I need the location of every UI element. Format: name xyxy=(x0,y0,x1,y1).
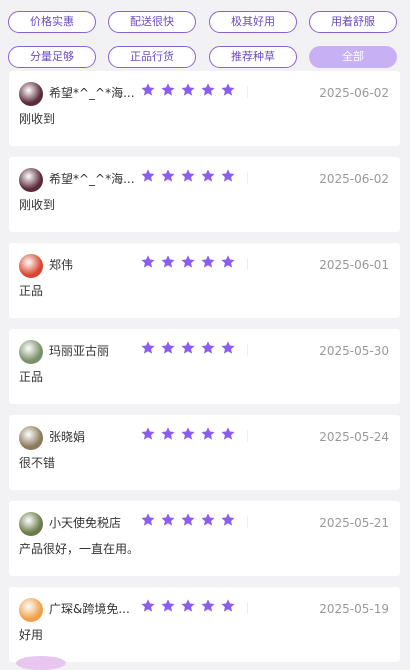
star-icon xyxy=(160,426,176,446)
review-text: 刚收到 xyxy=(19,198,56,212)
rating-stars xyxy=(140,426,236,446)
reviewer-name: 张晓娟 xyxy=(49,430,86,444)
star-icon xyxy=(180,426,196,446)
star-icon xyxy=(160,82,176,102)
divider xyxy=(247,258,248,270)
review-date: 2025-06-02 xyxy=(319,172,389,186)
divider xyxy=(247,172,248,184)
tag-very-useful[interactable]: 极其好用 xyxy=(209,11,297,33)
review-card[interactable]: 小天使免税店 2025-05-21 产品很好，一直在用。 xyxy=(9,501,400,576)
star-icon xyxy=(200,340,216,360)
star-icon xyxy=(220,598,236,618)
star-icon xyxy=(140,426,156,446)
star-icon xyxy=(200,254,216,274)
star-icon xyxy=(180,168,196,188)
star-icon xyxy=(140,82,156,102)
star-icon xyxy=(200,512,216,532)
user-avatar xyxy=(19,254,43,278)
rating-stars xyxy=(140,168,236,188)
tag-all[interactable]: 全部 xyxy=(309,46,397,68)
tag-comfortable[interactable]: 用着舒服 xyxy=(309,11,397,33)
rating-stars xyxy=(140,254,236,274)
rating-stars xyxy=(140,82,236,102)
review-card[interactable]: 广琛&跨境免... 2025-05-19 好用 xyxy=(9,587,400,662)
review-text: 好用 xyxy=(19,628,44,642)
star-icon xyxy=(140,512,156,532)
tag-fast-delivery[interactable]: 配送很快 xyxy=(108,11,196,33)
star-icon xyxy=(160,168,176,188)
review-text: 刚收到 xyxy=(19,112,56,126)
user-avatar xyxy=(19,512,43,536)
reviewer-name: 郑伟 xyxy=(49,258,74,272)
star-icon xyxy=(140,254,156,274)
star-icon xyxy=(180,512,196,532)
star-icon xyxy=(160,598,176,618)
review-date: 2025-05-30 xyxy=(319,344,389,358)
star-icon xyxy=(200,426,216,446)
star-icon xyxy=(220,426,236,446)
review-date: 2025-05-21 xyxy=(319,516,389,530)
filter-tag-bar: 价格实惠 配送很快 极其好用 用着舒服 分量足够 正品行货 推荐种草 全部 xyxy=(0,0,410,74)
divider xyxy=(247,430,248,442)
star-icon xyxy=(220,168,236,188)
star-icon xyxy=(160,340,176,360)
reviewer-name: 希望*^_^*海... xyxy=(49,86,135,100)
review-text: 正品 xyxy=(19,284,44,298)
review-date: 2025-06-02 xyxy=(319,86,389,100)
reviewer-name: 玛丽亚古丽 xyxy=(49,344,110,358)
review-card[interactable]: 张晓娟 2025-05-24 很不错 xyxy=(9,415,400,490)
star-icon xyxy=(180,340,196,360)
user-avatar xyxy=(19,82,43,106)
review-date: 2025-06-01 xyxy=(319,258,389,272)
next-avatar-partial xyxy=(16,656,66,670)
star-icon xyxy=(220,512,236,532)
tag-price[interactable]: 价格实惠 xyxy=(8,11,96,33)
review-card[interactable]: 希望*^_^*海... 2025-06-02 刚收到 xyxy=(9,157,400,232)
reviewer-name: 广琛&跨境免... xyxy=(49,602,130,616)
divider xyxy=(247,516,248,528)
star-icon xyxy=(180,598,196,618)
review-text: 产品很好，一直在用。 xyxy=(19,542,140,556)
tag-recommend[interactable]: 推荐种草 xyxy=(209,46,297,68)
star-icon xyxy=(180,82,196,102)
divider xyxy=(247,344,248,356)
review-date: 2025-05-19 xyxy=(319,602,389,616)
star-icon xyxy=(140,598,156,618)
user-avatar xyxy=(19,426,43,450)
review-text: 正品 xyxy=(19,370,44,384)
user-avatar xyxy=(19,340,43,364)
reviewer-name: 小天使免税店 xyxy=(49,516,122,530)
review-text: 很不错 xyxy=(19,456,56,470)
tag-genuine[interactable]: 正品行货 xyxy=(108,46,196,68)
star-icon xyxy=(180,254,196,274)
star-icon xyxy=(220,254,236,274)
star-icon xyxy=(160,512,176,532)
star-icon xyxy=(140,168,156,188)
star-icon xyxy=(220,82,236,102)
star-icon xyxy=(220,340,236,360)
rating-stars xyxy=(140,598,236,618)
review-card[interactable]: 郑伟 2025-06-01 正品 xyxy=(9,243,400,318)
rating-stars xyxy=(140,512,236,532)
star-icon xyxy=(140,340,156,360)
star-icon xyxy=(200,598,216,618)
tag-enough-quantity[interactable]: 分量足够 xyxy=(8,46,96,68)
review-date: 2025-05-24 xyxy=(319,430,389,444)
review-card[interactable]: 玛丽亚古丽 2025-05-30 正品 xyxy=(9,329,400,404)
divider xyxy=(247,602,248,614)
user-avatar xyxy=(19,168,43,192)
star-icon xyxy=(200,168,216,188)
user-avatar xyxy=(19,598,43,622)
star-icon xyxy=(160,254,176,274)
star-icon xyxy=(200,82,216,102)
reviewer-name: 希望*^_^*海... xyxy=(49,172,135,186)
rating-stars xyxy=(140,340,236,360)
review-card[interactable]: 希望*^_^*海... 2025-06-02 刚收到 xyxy=(9,71,400,146)
divider xyxy=(247,86,248,98)
